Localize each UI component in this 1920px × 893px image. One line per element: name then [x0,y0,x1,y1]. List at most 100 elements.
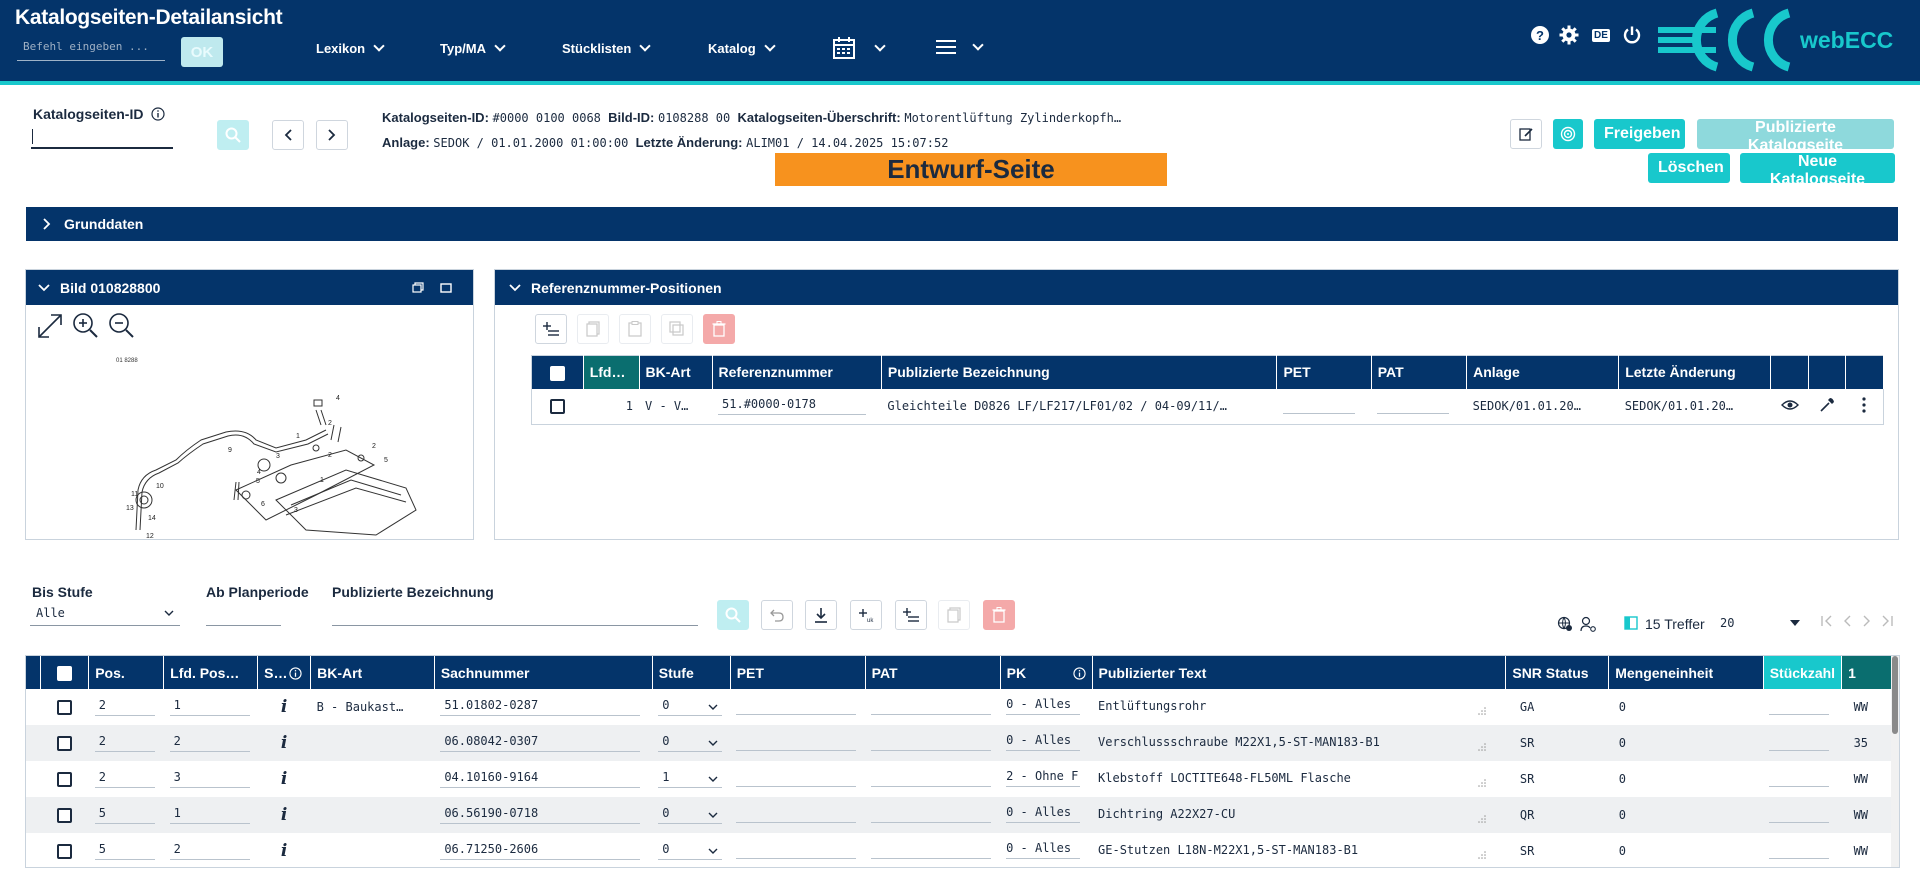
column-header[interactable]: Referenznummer [712,355,882,389]
row-checkbox[interactable] [57,807,73,823]
resize-handle-icon[interactable] [1478,814,1486,823]
publizierter-text-cell[interactable]: Dichtring A22X27-CU [1092,797,1506,833]
previous-button[interactable] [272,120,304,150]
pat-value[interactable] [871,697,992,715]
lfd-value[interactable]: 1 [169,698,250,716]
pos-value[interactable]: 2 [94,770,155,788]
pet-cell[interactable] [730,761,865,797]
menu-calendar[interactable] [832,36,886,60]
column-header[interactable]: Stufe [652,656,731,689]
select-all-header[interactable] [40,656,90,689]
lfd-cell[interactable]: 2 [164,833,258,867]
pk-cell[interactable]: 0 - Alles [1000,725,1093,761]
sachnummer-value[interactable]: 06.08042-0307 [440,734,641,752]
select-all-checkbox[interactable] [57,665,73,681]
pos-value[interactable]: 2 [94,734,155,752]
row-checkbox[interactable] [57,771,73,787]
pet-cell[interactable] [730,833,865,867]
info-i-icon[interactable]: i [281,697,287,717]
info-i-icon[interactable]: i [281,841,287,861]
stueckzahl-value[interactable] [1769,841,1830,859]
globe-settings-icon[interactable] [1557,616,1573,632]
pk-cell[interactable]: 0 - Alles [1000,797,1093,833]
publizierter-text-cell[interactable]: Verschlussschraube M22X1,5-ST-MAN183-B1 [1092,725,1506,761]
column-header[interactable]: Stückzahl [1763,656,1843,689]
pk-cell[interactable]: 0 - Alles [1000,833,1092,867]
pet-value[interactable] [736,805,857,823]
pk-value[interactable]: 0 - Alles [1006,733,1081,751]
row-checkbox[interactable] [57,735,73,751]
pat-cell[interactable] [865,725,1001,761]
restore-icon[interactable] [412,282,424,294]
sachnummer-value[interactable]: 06.56190-0718 [440,806,641,824]
prev-page-icon[interactable] [1842,614,1852,628]
column-header[interactable]: Sachnummer [434,656,653,689]
stufe-cell[interactable]: 0 [652,689,730,725]
select-all-checkbox[interactable] [549,365,565,381]
table-row[interactable]: 21 i B - Baukast… 51.01802-0287 0 0 - Alles En… [26,689,1894,725]
info-cell[interactable]: i [258,833,311,867]
stueckzahl-value[interactable] [1769,805,1830,823]
exploded-drawing[interactable]: 913 45 1 224 111312 14103 625 [116,370,436,538]
duplicate-button[interactable] [661,314,693,344]
sachnummer-cell[interactable]: 06.56190-0718 [434,797,653,833]
pat-cell[interactable] [1371,389,1466,425]
column-header[interactable]: PK [1000,656,1093,689]
column-header[interactable]: S… [257,656,312,689]
lfd-cell[interactable]: 1 [164,689,258,725]
row-select-cell[interactable] [41,689,89,725]
lfd-cell[interactable]: 2 [163,725,258,761]
column-header[interactable]: Publizierte Bezeichnung [881,355,1278,389]
sachnummer-cell[interactable]: 51.01802-0287 [434,689,652,725]
pk-value[interactable]: 0 - Alles [1006,841,1081,859]
column-header[interactable]: Pos. [88,656,165,689]
command-input[interactable] [17,33,165,61]
lfd-value[interactable]: 1 [169,806,250,824]
column-header[interactable]: SNR Status [1505,656,1610,689]
stueckzahl-cell[interactable] [1763,797,1842,833]
refnr-value[interactable]: 51.#0000-0178 [718,397,867,416]
pk-cell[interactable]: 0 - Alles [1000,689,1092,725]
pat-value[interactable] [871,841,992,859]
stueckzahl-cell[interactable] [1763,689,1841,725]
help-icon[interactable]: ? [1530,25,1550,45]
pos-cell[interactable]: 5 [89,833,164,867]
pet-cell[interactable] [730,725,866,761]
stufe-cell[interactable]: 0 [652,797,731,833]
column-header[interactable]: BK-Art [310,656,435,689]
pos-value[interactable]: 5 [94,806,155,824]
menu-typ-ma[interactable]: Typ/MA [440,40,506,56]
column-header[interactable]: Letzte Änderung [1618,355,1772,389]
table-row[interactable]: 5 2 i 06.71250-2606 0 0 - Alles GE-Stutzen L18… [26,833,1894,867]
pos-cell[interactable]: 2 [89,761,164,797]
ok-button[interactable]: OK [181,37,223,67]
pat-value[interactable] [871,733,992,751]
sachnummer-cell[interactable]: 04.10160-9164 [434,761,652,797]
info-cell[interactable]: i [257,797,311,833]
pk-value[interactable]: 2 - Ohne F [1006,769,1081,787]
stueckzahl-value[interactable] [1769,733,1830,751]
lfd-cell[interactable]: 3 [164,761,258,797]
pick-cell[interactable] [1808,389,1846,425]
stufe-cell[interactable]: 1 [652,761,730,797]
pat-cell[interactable] [865,833,1000,867]
info-cell[interactable]: i [258,689,311,725]
row-checkbox[interactable] [57,699,73,715]
table-row[interactable]: 2 2 i 06.08042-0307 0 0 - Alles Verschlussschr… [26,725,1894,761]
bis-stufe-select[interactable]: Alle [30,600,180,626]
stufe-select[interactable]: 0 [658,842,723,860]
row-select-cell[interactable] [532,389,584,425]
grunddaten-section[interactable]: Grunddaten [26,207,1898,241]
stueckzahl-cell[interactable] [1763,833,1841,867]
pat-value[interactable] [1377,396,1450,414]
row-select-cell[interactable] [40,725,89,761]
lfd-value[interactable]: 3 [169,770,250,788]
more-cell[interactable] [1846,389,1884,425]
eye-icon[interactable] [1780,399,1799,411]
download-button[interactable] [805,600,837,630]
info-i-icon[interactable]: i [281,733,287,753]
column-header[interactable]: PAT [865,656,1001,689]
info-cell[interactable]: i [257,725,311,761]
resize-handle-icon[interactable] [1478,742,1486,751]
column-header[interactable]: 1 [1841,656,1894,689]
